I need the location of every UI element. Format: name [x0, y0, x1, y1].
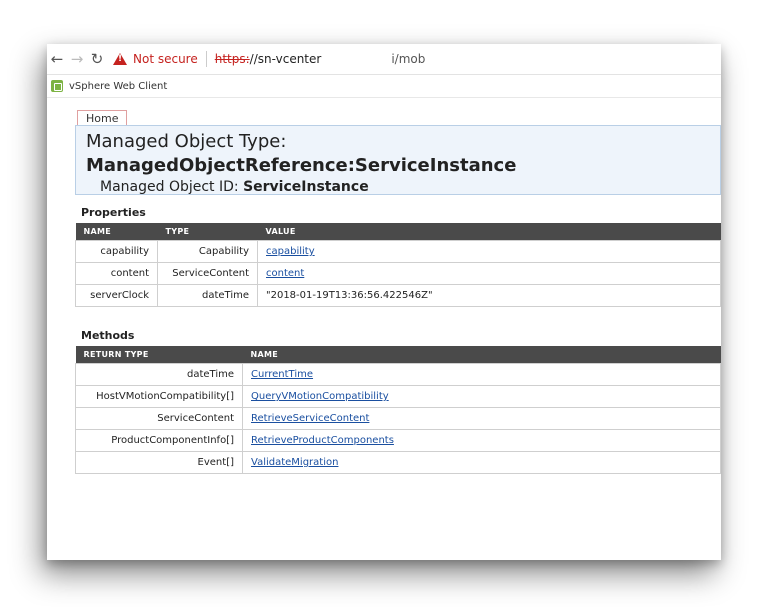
method-link[interactable]: ValidateMigration: [251, 457, 338, 468]
property-name: content: [75, 262, 158, 285]
col-header-value: VALUE: [257, 223, 721, 241]
page-content: Home Managed Object Type: ManagedObjectR…: [75, 106, 721, 474]
table-row: capability Capability capability: [75, 240, 721, 263]
methods-table: RETURN TYPE NAME dateTime CurrentTime Ho…: [75, 346, 721, 474]
bookmark-vsphere[interactable]: vSphere Web Client: [47, 80, 167, 92]
reload-icon[interactable]: ↻: [87, 48, 107, 70]
return-type: ServiceContent: [75, 407, 243, 430]
col-header-return-type: RETURN TYPE: [75, 346, 243, 364]
browser-window: ← → ↻ Not secure https: //sn-vcenter i/m…: [47, 44, 721, 560]
methods-title: Methods: [81, 329, 135, 342]
id-value: ServiceInstance: [243, 179, 369, 195]
address-bar[interactable]: https: //sn-vcenter i/mob: [215, 52, 426, 66]
security-indicator[interactable]: Not secure: [113, 52, 198, 66]
property-value: content: [257, 262, 721, 285]
col-header-name: NAME: [75, 223, 158, 241]
return-type: ProductComponentInfo[]: [75, 429, 243, 452]
method-link[interactable]: CurrentTime: [251, 369, 313, 380]
object-header: Managed Object Type: ManagedObjectRefere…: [75, 125, 721, 195]
col-header-type: TYPE: [157, 223, 258, 241]
property-type: Capability: [157, 240, 258, 263]
table-row: serverClock dateTime "2018-01-19T13:36:5…: [75, 284, 721, 307]
properties-table: NAME TYPE VALUE capability Capability ca…: [75, 223, 721, 307]
return-type: Event[]: [75, 451, 243, 474]
property-type: ServiceContent: [157, 262, 258, 285]
bookmarks-bar: vSphere Web Client: [47, 75, 721, 98]
url-scheme: https:: [214, 52, 250, 66]
vsphere-icon: [51, 80, 63, 92]
home-tab[interactable]: Home: [77, 110, 128, 125]
url-host: //sn-vcenter: [249, 52, 322, 66]
browser-toolbar: ← → ↻ Not secure https: //sn-vcenter i/m…: [47, 44, 721, 75]
property-name: serverClock: [75, 284, 158, 307]
method-cell: RetrieveServiceContent: [242, 407, 721, 430]
page-title: Managed Object Type: ManagedObjectRefere…: [86, 130, 710, 178]
col-header-method-name: NAME: [242, 346, 721, 364]
home-tab-label: Home: [86, 112, 119, 125]
id-label: Managed Object ID:: [100, 179, 244, 195]
table-row: ServiceContent RetrieveServiceContent: [75, 407, 721, 430]
type-value: ManagedObjectReference:ServiceInstance: [86, 155, 517, 176]
capability-link[interactable]: capability: [266, 246, 315, 257]
method-cell: RetrieveProductComponents: [242, 429, 721, 452]
warning-icon: [113, 53, 127, 65]
table-row: HostVMotionCompatibility[] QueryVMotionC…: [75, 385, 721, 408]
object-id: Managed Object ID: ServiceInstance: [100, 178, 710, 196]
url-path: i/mob: [391, 52, 426, 66]
property-type: dateTime: [157, 284, 258, 307]
methods-header-row: RETURN TYPE NAME: [75, 346, 721, 364]
bookmark-label: vSphere Web Client: [69, 80, 168, 92]
method-link[interactable]: RetrieveServiceContent: [251, 413, 369, 424]
table-row: Event[] ValidateMigration: [75, 451, 721, 474]
properties-title: Properties: [81, 206, 146, 219]
table-row: content ServiceContent content: [75, 262, 721, 285]
table-row: ProductComponentInfo[] RetrieveProductCo…: [75, 429, 721, 452]
properties-header-row: NAME TYPE VALUE: [75, 223, 721, 241]
type-label: Managed Object Type:: [86, 131, 287, 152]
return-type: HostVMotionCompatibility[]: [75, 385, 243, 408]
method-cell: ValidateMigration: [242, 451, 721, 474]
method-cell: CurrentTime: [242, 363, 721, 386]
back-arrow-icon[interactable]: ←: [47, 48, 67, 70]
table-row: dateTime CurrentTime: [75, 363, 721, 386]
content-link[interactable]: content: [266, 268, 304, 279]
method-cell: QueryVMotionCompatibility: [242, 385, 721, 408]
property-value: "2018-01-19T13:36:56.422546Z": [257, 284, 721, 307]
forward-arrow-icon[interactable]: →: [67, 48, 87, 70]
property-value: capability: [257, 240, 721, 263]
method-link[interactable]: RetrieveProductComponents: [251, 435, 394, 446]
address-divider: [205, 51, 207, 67]
return-type: dateTime: [75, 363, 243, 386]
method-link[interactable]: QueryVMotionCompatibility: [251, 391, 389, 402]
security-text: Not secure: [133, 52, 198, 66]
property-name: capability: [75, 240, 158, 263]
